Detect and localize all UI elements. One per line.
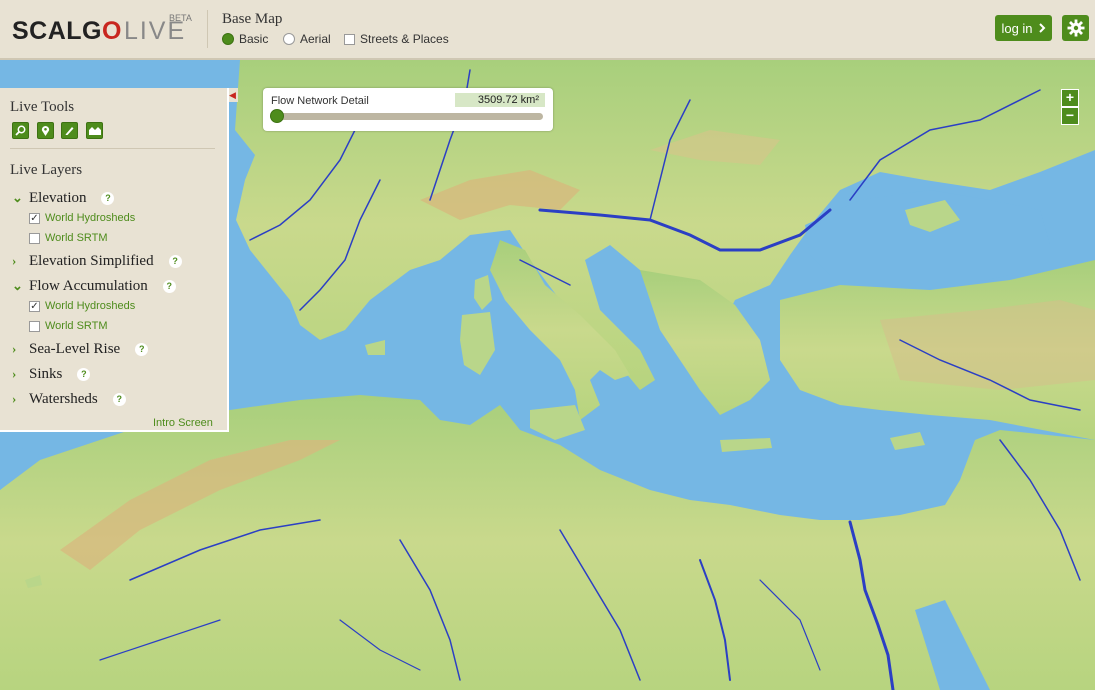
- sublayer-label: World SRTM: [45, 320, 108, 332]
- basemap-basic-label: Basic: [239, 32, 269, 46]
- layer-elevation-simplified[interactable]: › Elevation Simplified ?: [12, 252, 182, 270]
- settings-button[interactable]: [1062, 15, 1089, 41]
- logo-accent-letter: O: [102, 17, 122, 45]
- watershed-tool-button[interactable]: [86, 122, 103, 139]
- layer-label: Watersheds: [29, 390, 98, 407]
- checkbox-unchecked-icon: [344, 33, 355, 45]
- layer-watersheds[interactable]: › Watersheds ?: [12, 390, 126, 408]
- flow-network-value: 3509.72 km²: [455, 93, 545, 107]
- pin-tool-button[interactable]: [37, 122, 54, 139]
- flow-network-slider-track[interactable]: [272, 113, 543, 120]
- intro-screen-link[interactable]: Intro Screen: [153, 417, 213, 429]
- logo-scalgo-text: SCALGO: [12, 17, 122, 45]
- pencil-icon: [65, 127, 74, 135]
- layer-label: Sinks: [29, 365, 63, 382]
- help-icon[interactable]: ?: [101, 191, 115, 205]
- help-icon[interactable]: ?: [168, 254, 182, 268]
- sublayer-label: World Hydrosheds: [45, 212, 136, 224]
- login-button[interactable]: log in: [995, 15, 1052, 41]
- streets-places-label: Streets & Places: [360, 32, 449, 46]
- checkbox-checked-icon: ✓: [29, 212, 40, 224]
- layer-label: Elevation Simplified: [29, 252, 154, 269]
- checkbox-unchecked-icon: [29, 320, 40, 332]
- basemap-aerial-radio[interactable]: Aerial: [283, 31, 331, 47]
- sublayer-elevation-hydrosheds[interactable]: ✓ World Hydrosheds: [29, 211, 135, 225]
- live-layers-title: Live Layers: [10, 162, 83, 178]
- search-tool-button[interactable]: [12, 122, 29, 139]
- basemap-aerial-label: Aerial: [300, 32, 331, 46]
- layer-label: Flow Accumulation: [29, 277, 148, 294]
- flow-network-detail-card: Flow Network Detail 3509.72 km²: [263, 88, 553, 131]
- streets-places-checkbox[interactable]: Streets & Places: [344, 31, 449, 47]
- zoom-out-button[interactable]: −: [1061, 107, 1079, 125]
- zoom-in-button[interactable]: +: [1061, 89, 1079, 107]
- layer-label: Sea-Level Rise: [29, 340, 121, 357]
- chevron-right-icon: ›: [12, 253, 17, 268]
- sublayer-elevation-srtm[interactable]: World SRTM: [29, 231, 108, 245]
- sublayer-flow-hydrosheds[interactable]: ✓ World Hydrosheds: [29, 299, 135, 313]
- radio-unselected-icon: [283, 33, 295, 45]
- live-tools-title: Live Tools: [10, 99, 75, 115]
- chevron-right-icon: ›: [12, 391, 17, 406]
- header-divider: [207, 10, 208, 48]
- panel-separator: [10, 148, 215, 149]
- login-label: log in: [1001, 20, 1033, 36]
- beta-badge: BETA: [169, 13, 192, 23]
- map-pin-icon: [41, 125, 50, 136]
- layer-sea-level-rise[interactable]: › Sea-Level Rise ?: [12, 340, 149, 358]
- chevron-right-icon: ›: [12, 366, 17, 381]
- draw-tool-button[interactable]: [61, 122, 78, 139]
- chevron-down-icon: ⌄: [12, 190, 23, 205]
- watershed-icon: [88, 126, 101, 135]
- radio-selected-icon: [222, 33, 234, 45]
- gear-icon: [1067, 19, 1084, 37]
- flow-network-slider-thumb[interactable]: [270, 109, 284, 123]
- help-icon[interactable]: ?: [77, 367, 91, 381]
- sublayer-label: World Hydrosheds: [45, 300, 136, 312]
- chevron-down-icon: ⌄: [12, 278, 23, 293]
- basemap-title: Base Map: [222, 11, 283, 27]
- layer-flow-accumulation[interactable]: ⌄ Flow Accumulation ?: [12, 277, 176, 295]
- help-icon[interactable]: ?: [112, 392, 126, 406]
- help-icon[interactable]: ?: [162, 279, 176, 293]
- checkbox-checked-icon: ✓: [29, 300, 40, 312]
- checkbox-unchecked-icon: [29, 232, 40, 244]
- live-tools-panel: Live Tools Live Layers ⌄ Elevation ? ✓ W…: [0, 88, 229, 432]
- sublayer-flow-srtm[interactable]: World SRTM: [29, 319, 108, 333]
- layer-label: Elevation: [29, 189, 87, 206]
- top-bar: SCALGOLIVE BETA Base Map Basic Aerial St…: [0, 0, 1095, 60]
- chevron-right-icon: ›: [12, 341, 17, 356]
- sublayer-label: World SRTM: [45, 232, 108, 244]
- layer-elevation[interactable]: ⌄ Elevation ?: [12, 189, 115, 207]
- chevron-right-icon: [1038, 23, 1045, 33]
- basemap-basic-radio[interactable]: Basic: [222, 31, 268, 47]
- search-icon: [15, 125, 26, 136]
- layer-sinks[interactable]: › Sinks ?: [12, 365, 91, 383]
- help-icon[interactable]: ?: [135, 342, 149, 356]
- flow-network-label: Flow Network Detail: [271, 95, 369, 107]
- scalgo-live-logo[interactable]: SCALGOLIVE: [12, 17, 186, 46]
